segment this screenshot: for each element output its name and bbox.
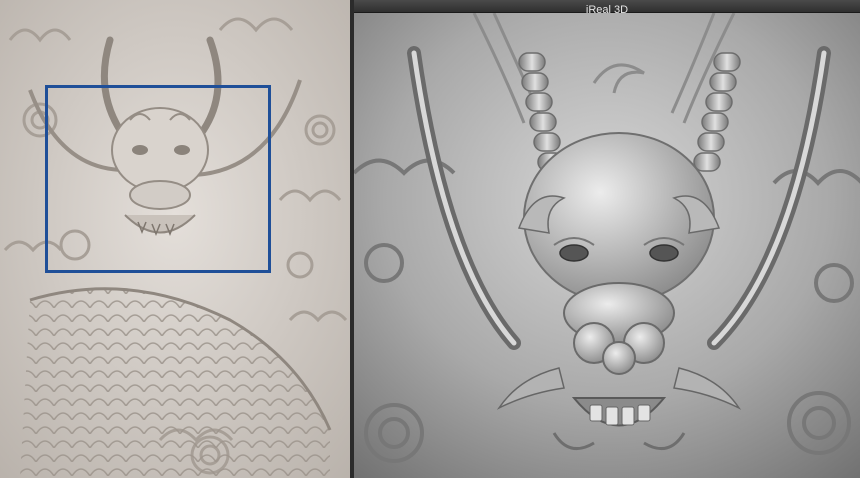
selection-rectangle[interactable]: [45, 85, 271, 273]
reference-photo-pane: [0, 0, 350, 478]
window-title-bar[interactable]: iReal 3D: [354, 0, 860, 16]
dragon-head-model: [354, 13, 860, 478]
3d-viewport[interactable]: [354, 13, 860, 478]
ireal-3d-window: iReal 3D: [354, 0, 860, 478]
comparison-layout: iReal 3D: [0, 0, 860, 478]
